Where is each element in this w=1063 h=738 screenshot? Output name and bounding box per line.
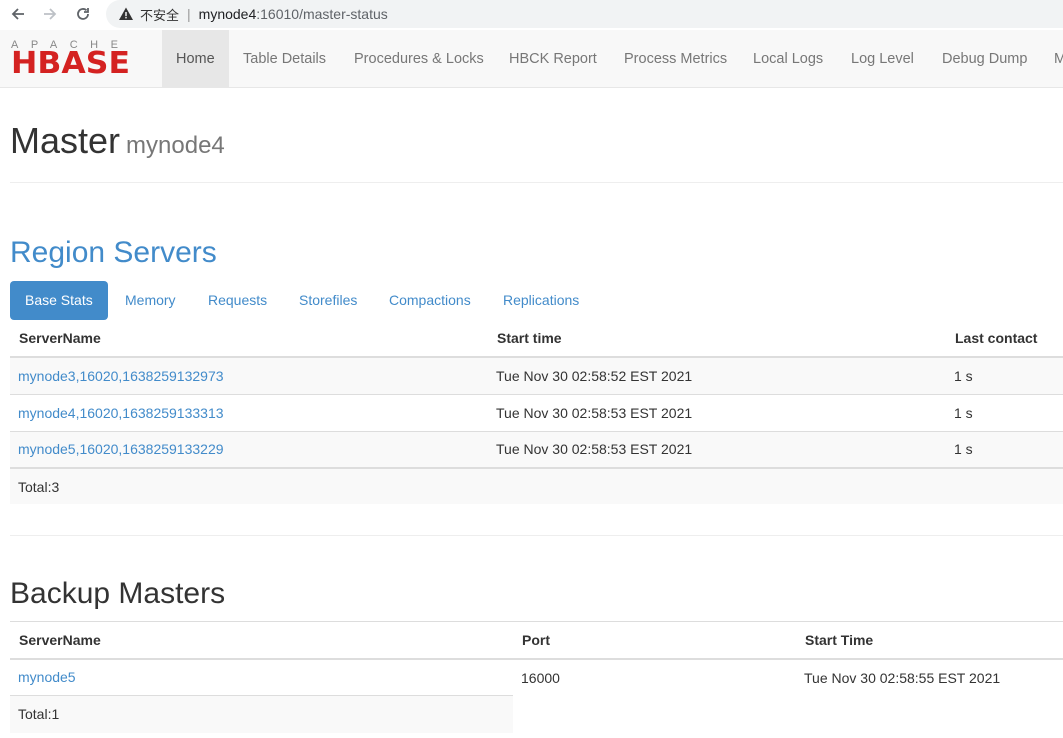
total-row: Total:3 (10, 467, 1063, 504)
tab-replications[interactable]: Replications (488, 281, 594, 320)
forward-icon[interactable] (39, 3, 61, 25)
back-icon[interactable] (7, 3, 29, 25)
server-link[interactable]: mynode3,16020,1638259132973 (18, 368, 224, 384)
total-row: Total:1 (10, 695, 1063, 733)
address-bar[interactable]: 不安全 | mynode4:16010/master-status (106, 0, 1063, 28)
col-start-time[interactable]: Start time (488, 320, 946, 358)
nav-hbck-report[interactable]: HBCK Report (509, 30, 597, 88)
table-row: mynode3,16020,1638259132973 Tue Nov 30 0… (10, 356, 1063, 394)
browser-toolbar: 不安全 | mynode4:16010/master-status (0, 0, 1063, 28)
hbase-logo[interactable]: APACHE HBASE (11, 40, 147, 79)
total-cell: Total:1 (10, 695, 513, 733)
start-time-cell: Tue Nov 30 02:58:55 EST 2021 (804, 669, 1001, 686)
url-path: :16010/master-status (256, 6, 388, 22)
tab-base-stats[interactable]: Base Stats (10, 281, 108, 320)
server-link[interactable]: mynode5,16020,1638259133229 (18, 441, 224, 457)
start-time-cell: Tue Nov 30 02:58:52 EST 2021 (488, 356, 946, 394)
table-row: mynode5,16020,1638259133229 Tue Nov 30 0… (10, 430, 1063, 468)
nav-local-logs[interactable]: Local Logs (753, 30, 823, 88)
page-title-text: Master (10, 120, 121, 161)
start-time-cell: Tue Nov 30 02:58:53 EST 2021 (488, 393, 946, 431)
server-link[interactable]: mynode5 (18, 669, 76, 685)
table-row: mynode5 16000 Tue Nov 30 02:58:55 EST 20… (10, 658, 1063, 696)
backup-masters-heading: Backup Masters (10, 577, 226, 610)
nav-home[interactable]: Home (162, 30, 229, 88)
tab-compactions[interactable]: Compactions (374, 281, 486, 320)
last-contact-cell: 1 s (946, 356, 1063, 394)
nav-procedures-locks[interactable]: Procedures & Locks (354, 30, 484, 88)
divider (10, 182, 1063, 183)
page-title: Master mynode4 (10, 120, 225, 162)
warning-icon (119, 7, 133, 20)
table-header-row: ServerName Start time Last contact (10, 320, 1063, 358)
total-cell: Total:3 (10, 467, 488, 504)
last-contact-cell: 1 s (946, 430, 1063, 468)
reload-icon[interactable] (72, 3, 94, 25)
tab-storefiles[interactable]: Storefiles (284, 281, 372, 320)
server-link[interactable]: mynode4,16020,1638259133313 (18, 405, 224, 421)
start-time-cell: Tue Nov 30 02:58:53 EST 2021 (488, 430, 946, 468)
col-servername[interactable]: ServerName (10, 621, 513, 660)
nav-table-details[interactable]: Table Details (243, 30, 326, 88)
table-header-row: ServerName Port Start Time (10, 621, 1063, 660)
col-servername[interactable]: ServerName (10, 320, 488, 358)
url-host: mynode4 (198, 6, 257, 22)
region-servers-heading[interactable]: Region Servers (10, 236, 217, 270)
master-host: mynode4 (126, 132, 225, 159)
nav-log-level[interactable]: Log Level (851, 30, 914, 88)
logo-hbase-text: HBASE (11, 46, 130, 81)
table-row: mynode4,16020,1638259133313 Tue Nov 30 0… (10, 393, 1063, 431)
tab-requests[interactable]: Requests (193, 281, 282, 320)
port-cell: 16000 (521, 669, 560, 686)
col-last-contact[interactable]: Last contact (946, 320, 1063, 358)
divider (10, 535, 1063, 536)
nav-process-metrics[interactable]: Process Metrics (624, 30, 727, 88)
region-servers-table: ServerName Start time Last contact mynod… (10, 320, 1063, 504)
tab-memory[interactable]: Memory (110, 281, 191, 320)
insecure-label: 不安全 (140, 7, 180, 23)
nav-debug-dump[interactable]: Debug Dump (942, 30, 1027, 88)
col-port[interactable]: Port (513, 621, 796, 660)
address-separator: | (187, 6, 191, 22)
nav-more[interactable]: M (1054, 30, 1063, 88)
col-start-time[interactable]: Start Time (796, 621, 1063, 660)
backup-masters-table: ServerName Port Start Time mynode5 16000… (10, 621, 1063, 733)
last-contact-cell: 1 s (946, 393, 1063, 431)
